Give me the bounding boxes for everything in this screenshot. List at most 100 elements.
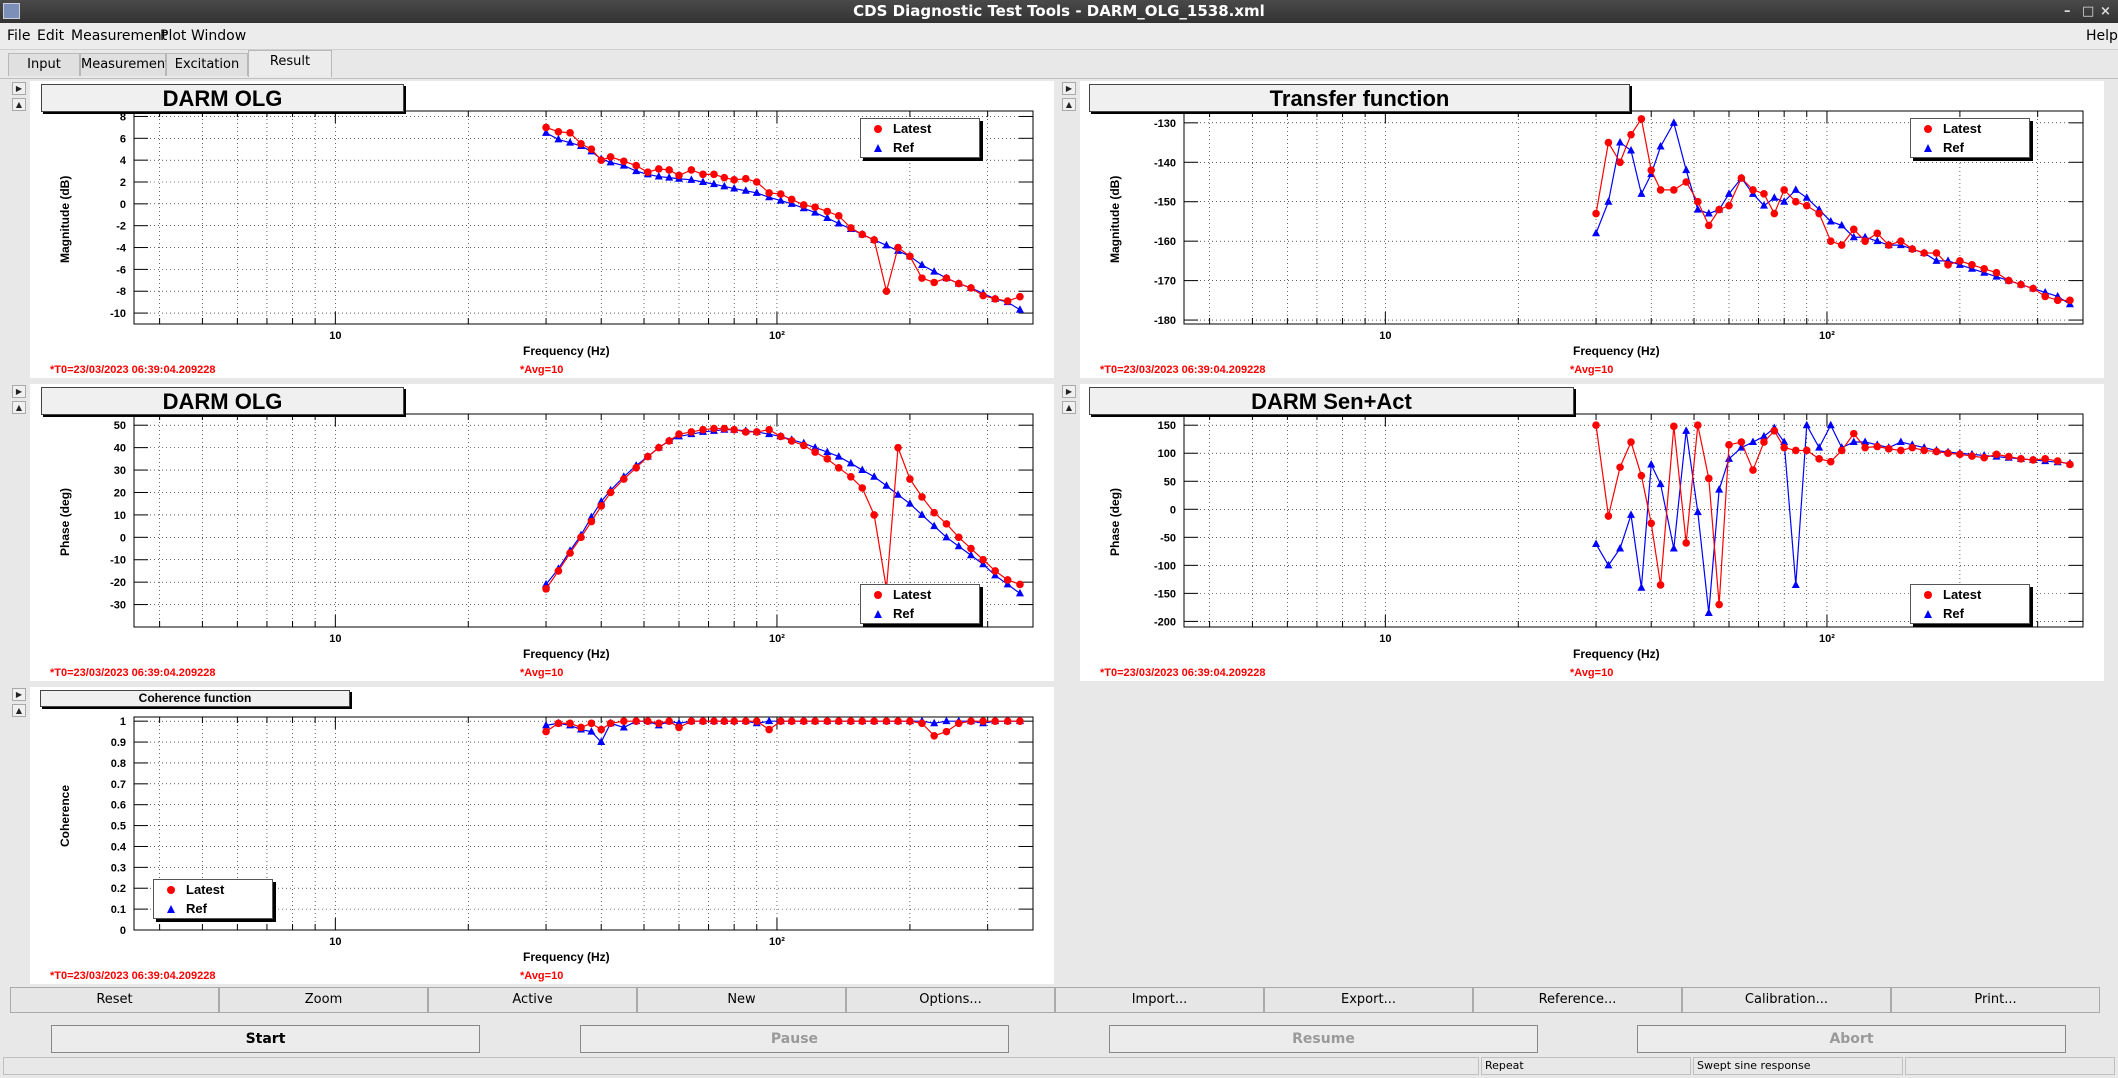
plot-pad-coherence[interactable]: 10 10² 0 0.1 0.2 0.3 0.4 0.5 0.6 0.7 0.8 0.9 1 Coher…: [30, 687, 1054, 984]
data-point-latest: [620, 717, 628, 725]
import-button[interactable]: Import...: [1055, 987, 1264, 1013]
menu-plot[interactable]: Plot: [160, 28, 186, 44]
collapse-pad-4-triangle-up-icon[interactable]: ▲: [12, 704, 26, 717]
triangle-marker-icon: [1919, 605, 1937, 623]
x-tick-label: 10²: [769, 633, 785, 645]
tab-excitation[interactable]: Excitation: [166, 53, 248, 76]
data-point-latest: [577, 139, 585, 148]
menu-measurement[interactable]: Measurement: [71, 28, 167, 44]
y-tick-label: -10: [110, 555, 126, 567]
data-point-latest: [1670, 422, 1678, 431]
data-point-latest: [597, 156, 606, 164]
expand-pad-3-triangle-right-icon[interactable]: ▶: [1062, 385, 1076, 398]
data-point-latest: [577, 723, 585, 732]
active-button[interactable]: Active: [428, 987, 637, 1013]
data-point-latest: [799, 717, 808, 725]
tab-input[interactable]: Input: [8, 53, 80, 76]
y-tick-label: 50: [114, 420, 126, 432]
plot-legend: Latest Ref: [860, 584, 980, 624]
export-button[interactable]: Export...: [1264, 987, 1473, 1013]
tab-measurement[interactable]: Measurement: [80, 53, 170, 76]
data-point-latest: [1897, 237, 1905, 245]
data-point-latest: [967, 544, 975, 553]
data-point-latest: [1647, 519, 1656, 528]
data-point-latest: [1932, 249, 1941, 257]
data-point-ref: [942, 716, 951, 725]
data-point-ref: [765, 716, 774, 725]
data-point-ref: [1604, 197, 1613, 205]
abort-button[interactable]: Abort: [1637, 1025, 2066, 1053]
pause-button[interactable]: Pause: [580, 1025, 1009, 1053]
y-tick-label: 0: [120, 199, 126, 211]
plot-pad-darm-olg-magnitude[interactable]: 10 10² -10 -8 -6 -4 -2 0 2 4 6 8 DARM OLG Magnitude…: [30, 81, 1054, 378]
menu-edit[interactable]: Edit: [37, 28, 64, 44]
window-titlebar: CDS Diagnostic Test Tools - DARM_OLG_153…: [0, 0, 2118, 23]
data-point-latest: [675, 430, 683, 438]
new-button[interactable]: New: [637, 987, 846, 1013]
data-point-latest: [765, 425, 773, 434]
maximize-icon[interactable]: □: [2082, 0, 2094, 23]
options-button[interactable]: Options...: [846, 987, 1055, 1013]
data-point-latest: [787, 717, 796, 725]
data-point-latest: [741, 717, 750, 725]
data-point-latest: [834, 464, 843, 472]
y-tick-label: -50: [1160, 532, 1176, 544]
data-point-latest: [752, 428, 761, 436]
plot-pad-transfer-function[interactable]: 10 10² -180 -170 -160 -150 -140 -130 Transfer f…: [1080, 81, 2104, 378]
data-point-latest: [1656, 581, 1665, 589]
data-point-latest: [991, 567, 999, 575]
expand-pad-0-triangle-right-icon[interactable]: ▶: [12, 82, 26, 95]
reset-button[interactable]: Reset: [10, 987, 219, 1013]
legend-entry-latest: Latest: [1919, 120, 1981, 138]
collapse-pad-0-triangle-up-icon[interactable]: ▲: [12, 98, 26, 111]
tab-result[interactable]: Result: [248, 50, 332, 77]
plot-pad-darm-olg-phase[interactable]: 10 10² -30 -20 -10 0 10 20 30 40 50 DARM OLG Phase…: [30, 384, 1054, 681]
reference-button[interactable]: Reference...: [1473, 987, 1682, 1013]
legend-label: Ref: [1943, 140, 1964, 155]
calibration-button[interactable]: Calibration...: [1682, 987, 1891, 1013]
data-point-latest: [644, 452, 652, 461]
data-point-latest: [1908, 443, 1917, 452]
y-tick-label: -20: [110, 577, 126, 589]
x-axis-label: Frequency (Hz): [523, 647, 610, 661]
print-button[interactable]: Print...: [1891, 987, 2100, 1013]
menu-window[interactable]: Window: [191, 28, 246, 44]
menu-file[interactable]: File: [7, 28, 30, 44]
collapse-pad-1-triangle-up-icon[interactable]: ▲: [1062, 98, 1076, 111]
data-point-latest: [1627, 130, 1635, 139]
data-point-latest: [720, 424, 729, 433]
y-tick-label: 30: [114, 465, 126, 477]
resume-button[interactable]: Resume: [1109, 1025, 1538, 1053]
collapse-pad-2-triangle-up-icon[interactable]: ▲: [12, 401, 26, 414]
data-point-latest: [1637, 471, 1646, 480]
tab-bar: Input Measurement Excitation Result: [0, 50, 2118, 78]
data-point-latest: [1992, 268, 2001, 277]
data-point-latest: [1737, 174, 1746, 182]
y-tick-label: 0.5: [111, 821, 126, 833]
zoom-button[interactable]: Zoom: [219, 987, 428, 1013]
expand-pad-4-triangle-right-icon[interactable]: ▶: [12, 688, 26, 701]
data-point-latest: [1802, 446, 1811, 455]
collapse-pad-3-triangle-up-icon[interactable]: ▲: [1062, 401, 1076, 414]
data-point-latest: [687, 166, 696, 174]
plot-legend: Latest Ref: [1910, 584, 2030, 624]
close-icon[interactable]: ×: [2100, 0, 2111, 23]
data-point-latest: [811, 448, 819, 456]
plot-legend: Latest Ref: [860, 118, 980, 158]
plot-pad-darm-sen-act-phase[interactable]: 10 10² -200 -150 -100 -50 0 50 100 150 DARM Sen+A…: [1080, 384, 2104, 681]
start-button[interactable]: Start: [51, 1025, 480, 1053]
plot-svg: 10 10² 0 0.1 0.2 0.3 0.4 0.5 0.6 0.7 0.8 0.9 1: [111, 716, 1034, 948]
data-point-latest: [1682, 539, 1690, 547]
data-point-latest: [606, 719, 615, 728]
status-measurement-type: Swept sine response: [1693, 1057, 1903, 1075]
y-tick-label: 4: [120, 155, 127, 167]
data-point-ref: [1647, 459, 1656, 468]
expand-pad-2-triangle-right-icon[interactable]: ▶: [12, 385, 26, 398]
data-point-latest: [566, 129, 574, 137]
minimize-icon[interactable]: –: [2064, 0, 2071, 23]
expand-pad-1-triangle-right-icon[interactable]: ▶: [1062, 82, 1076, 95]
data-point-latest: [2029, 284, 2037, 293]
data-point-latest: [1003, 297, 1012, 305]
menu-help[interactable]: Help: [2086, 28, 2118, 44]
circle-marker-icon: [1919, 586, 1937, 604]
